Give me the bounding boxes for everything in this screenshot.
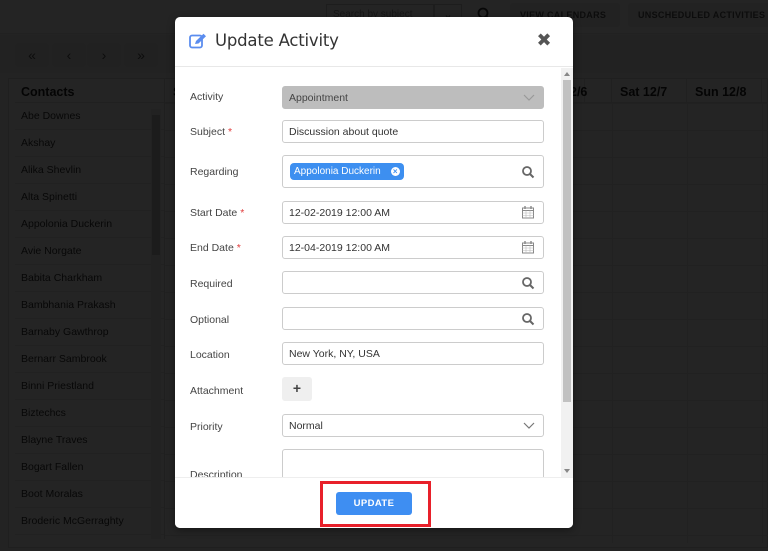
dialog-title: Update Activity [215, 31, 339, 50]
chevron-down-icon [523, 422, 535, 429]
search-icon[interactable] [521, 276, 535, 290]
close-icon: ✖ [536, 30, 552, 50]
calendar-icon[interactable] [521, 205, 535, 219]
end-date-input[interactable]: 12-04-2019 12:00 AM [282, 236, 544, 259]
chevron-down-icon [523, 94, 535, 101]
subject-input[interactable]: Discussion about quote [282, 120, 544, 143]
start-date-input[interactable]: 12-02-2019 12:00 AM [282, 201, 544, 224]
activity-select[interactable]: Appointment [282, 86, 544, 109]
attachment-label: Attachment [190, 385, 244, 397]
plus-icon: + [292, 380, 302, 396]
required-marker: * [240, 207, 245, 219]
scrollbar-thumb[interactable] [563, 80, 571, 402]
calendar-icon[interactable] [521, 240, 535, 254]
description-label: Description [190, 469, 243, 477]
search-icon[interactable] [521, 312, 535, 326]
scroll-up-arrow-icon[interactable] [564, 72, 570, 76]
regarding-tag: Appolonia Duckerin × [290, 163, 404, 180]
regarding-lookup[interactable]: Appolonia Duckerin × [282, 155, 544, 188]
end-date-value: 12-04-2019 12:00 AM [289, 242, 390, 254]
required-marker: * [228, 126, 233, 138]
dialog-header: Update Activity ✖ [175, 17, 573, 67]
description-textarea[interactable] [282, 449, 544, 477]
dialog-scrollbar[interactable] [561, 68, 573, 477]
required-attendees-label: Required [190, 278, 233, 290]
update-activity-dialog: Update Activity ✖ Activity Appointment S… [175, 17, 573, 528]
activity-label: Activity [190, 91, 224, 103]
dialog-body: Activity Appointment Subject * Discussion… [175, 68, 573, 477]
end-date-label: End Date * [190, 242, 241, 254]
close-button[interactable]: ✖ [535, 31, 553, 49]
priority-select[interactable]: Normal [282, 414, 544, 437]
required-attendees-lookup[interactable] [282, 271, 544, 294]
location-label: Location [190, 349, 230, 361]
edit-icon [189, 33, 206, 49]
optional-attendees-lookup[interactable] [282, 307, 544, 330]
scroll-down-arrow-icon[interactable] [564, 469, 570, 473]
start-date-label: Start Date * [190, 207, 245, 219]
update-button-highlight [320, 481, 431, 527]
add-attachment-button[interactable]: + [282, 377, 312, 401]
activity-value: Appointment [289, 92, 348, 104]
start-date-value: 12-02-2019 12:00 AM [289, 207, 390, 219]
required-marker: * [236, 242, 241, 254]
priority-label: Priority [190, 421, 223, 433]
optional-attendees-label: Optional [190, 314, 230, 326]
priority-value: Normal [289, 420, 323, 432]
search-icon[interactable] [521, 165, 535, 179]
subject-label: Subject * [190, 126, 233, 138]
location-input[interactable]: New York, NY, USA [282, 342, 544, 365]
regarding-label: Regarding [190, 166, 239, 178]
remove-tag-icon[interactable]: × [390, 167, 400, 176]
